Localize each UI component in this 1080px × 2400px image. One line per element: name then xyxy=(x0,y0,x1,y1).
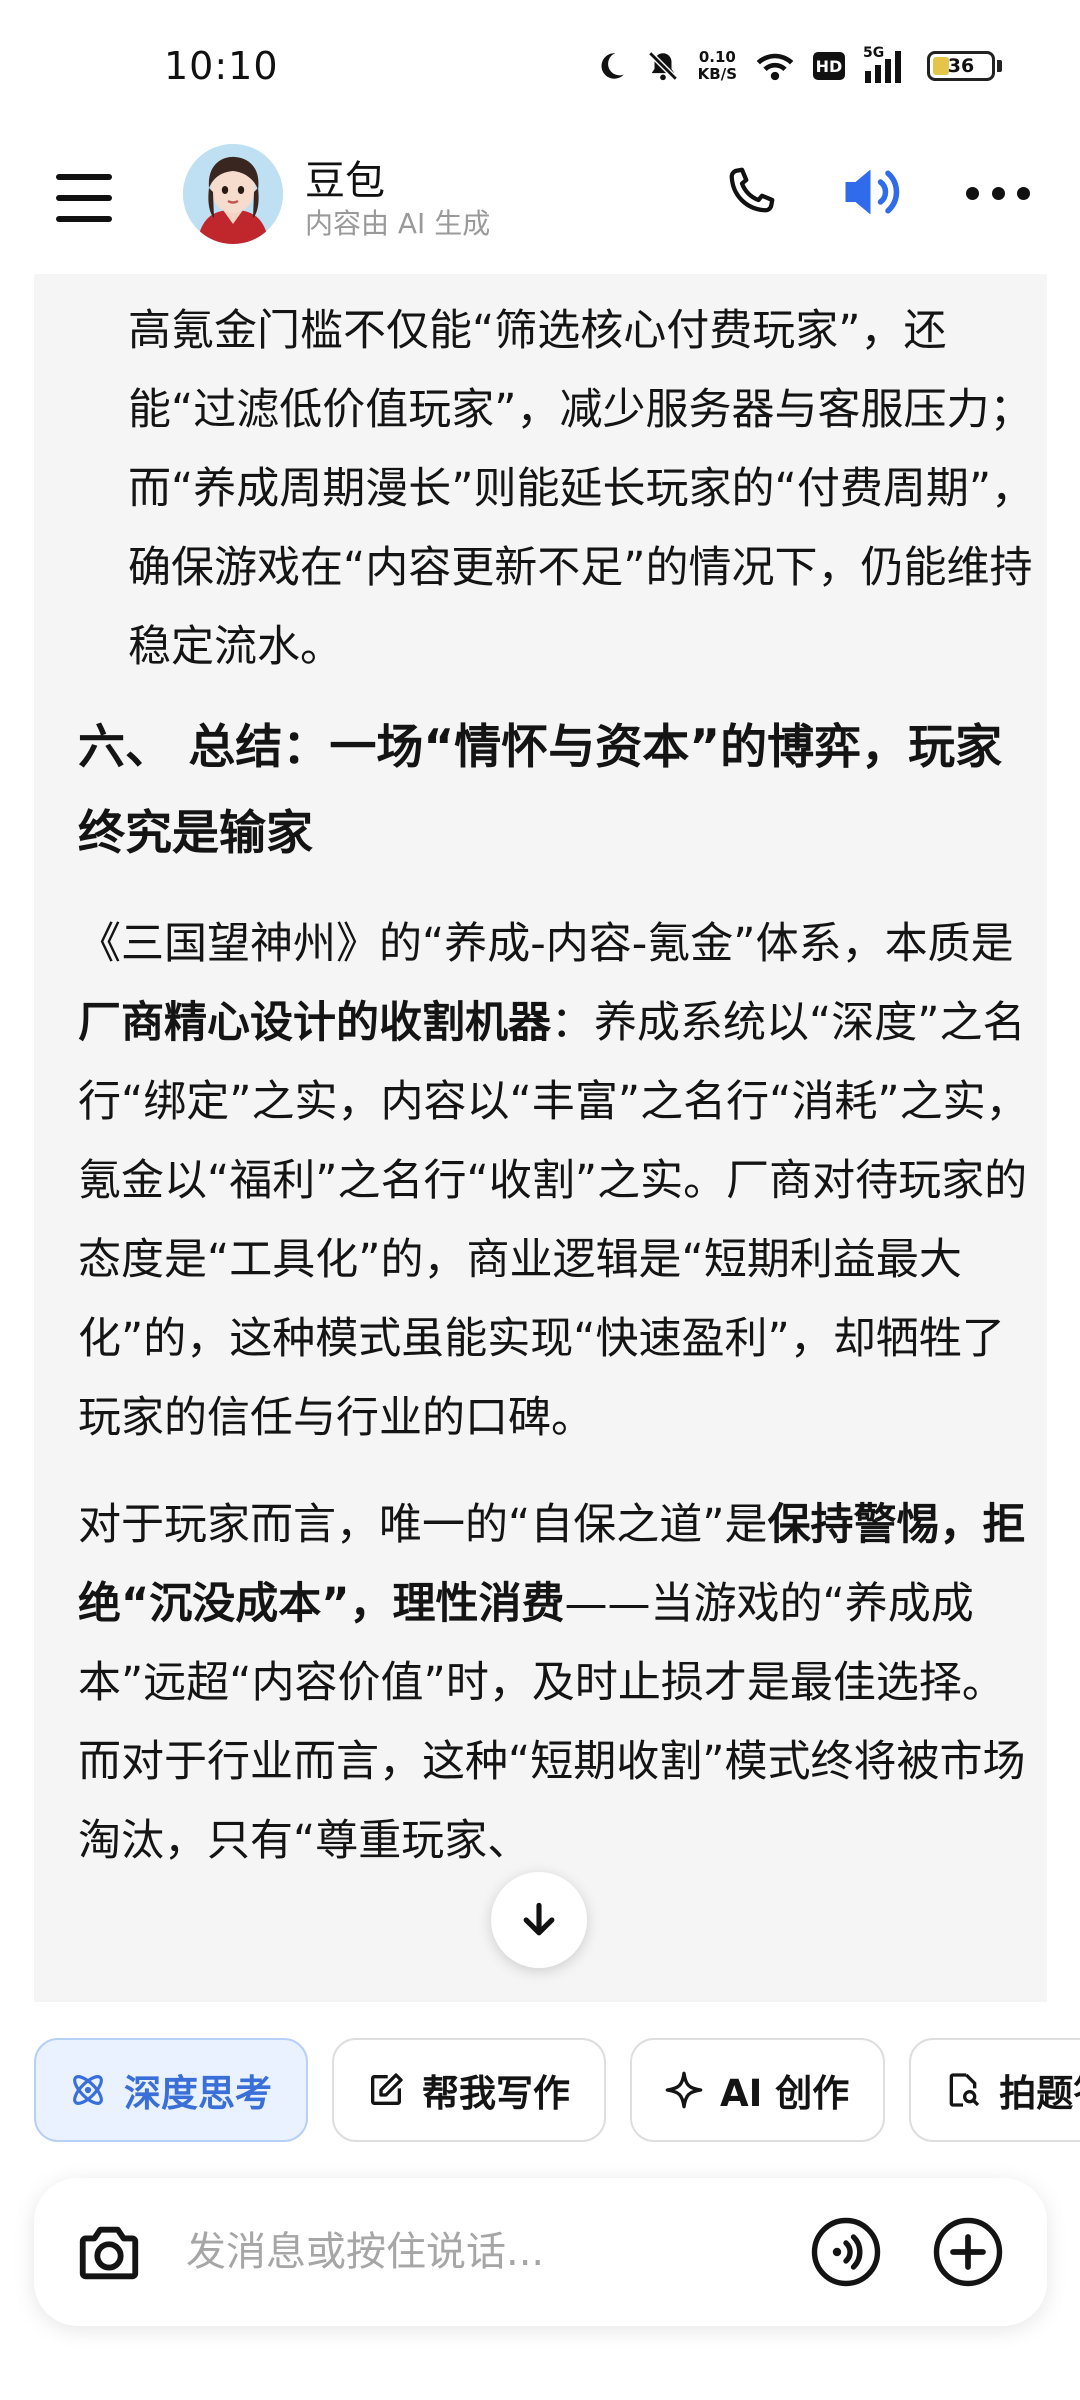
menu-button[interactable] xyxy=(52,170,116,226)
message-paragraph: 《三国望神州》的“养成-内容-氪金”体系，本质是厂商精心设计的收割机器：养成系统… xyxy=(78,905,1038,1458)
status-icons: 0.10 KB/S HD 5G 36 xyxy=(594,44,1002,88)
message-input[interactable] xyxy=(186,2222,786,2282)
voice-playback-button[interactable] xyxy=(838,160,908,224)
text-run: ：养成系统以“深度”之名行“绑定”之实，内容以“丰富”之名行“消耗”之实，氪金以… xyxy=(78,998,1029,1443)
dot-icon xyxy=(1017,186,1030,200)
chip-label: AI 创作 xyxy=(720,2072,850,2115)
mute-bell-icon xyxy=(647,51,678,81)
edit-icon xyxy=(364,2068,408,2112)
chip-photo-question[interactable]: 拍题答疑 xyxy=(909,2038,1080,2142)
status-bar: 10:10 0.10 KB/S HD 5G 36 xyxy=(0,0,1080,130)
battery-indicator: 36 xyxy=(927,51,1002,81)
more-options-button[interactable] xyxy=(966,178,1030,208)
ai-generated-label: 内容由 AI 生成 xyxy=(305,207,491,240)
status-time: 10:10 xyxy=(164,44,279,88)
quick-actions: 深度思考 帮我写作 AI 创作 拍题 xyxy=(34,2038,1080,2142)
speaker-icon xyxy=(845,169,900,215)
phone-icon xyxy=(729,167,775,213)
avatar[interactable] xyxy=(183,144,283,244)
arrow-down-icon xyxy=(523,1902,555,1936)
dot-icon xyxy=(966,186,979,200)
ai-message: 高氪金门槛不仅能“筛选核心付费玩家”，还能“过滤低价值玩家”，减少服务器与客服压… xyxy=(34,274,1047,2002)
scan-doc-icon xyxy=(941,2068,985,2112)
plus-icon xyxy=(933,2217,1003,2287)
text-run: 《三国望神州》的“养成-内容-氪金”体系，本质是 xyxy=(78,919,1014,969)
chip-help-write[interactable]: 帮我写作 xyxy=(332,2038,606,2142)
atom-icon xyxy=(66,2068,110,2112)
signal-bars-icon xyxy=(865,51,901,83)
avatar-illustration xyxy=(183,144,283,244)
add-attachment-button[interactable] xyxy=(932,2216,1004,2288)
battery-level: 36 xyxy=(947,55,975,77)
message-body: 高氪金门槛不仅能“筛选核心付费玩家”，还能“过滤低价值玩家”，减少服务器与客服压… xyxy=(78,274,1038,1881)
scroll-to-bottom-button[interactable] xyxy=(491,1872,587,1968)
chat-screen: 10:10 0.10 KB/S HD 5G 36 豆包 内容由 AI 生成 高氪… xyxy=(0,0,1080,2400)
net-speed: 0.10 KB/S xyxy=(698,49,737,83)
message-paragraph: 对于玩家而言，唯一的“自保之道”是保持警惕，拒绝“沉没成本”，理性消费——当游戏… xyxy=(78,1486,1038,1881)
chip-deep-thinking[interactable]: 深度思考 xyxy=(34,2038,308,2142)
camera-button[interactable] xyxy=(74,2218,144,2288)
net-speed-unit: KB/S xyxy=(697,65,737,83)
call-button[interactable] xyxy=(720,162,780,222)
chat-header: 豆包 内容由 AI 生成 xyxy=(0,130,1080,266)
voice-call-button[interactable] xyxy=(810,2216,882,2288)
text-run: 对于玩家而言，唯一的“自保之道”是 xyxy=(78,1500,768,1550)
dot-icon xyxy=(991,186,1005,200)
signal-indicator: 5G xyxy=(863,45,909,83)
chip-label: 帮我写作 xyxy=(422,2072,570,2115)
net-speed-value: 0.10 xyxy=(698,48,736,66)
message-paragraph: 高氪金门槛不仅能“筛选核心付费玩家”，还能“过滤低价值玩家”，减少服务器与客服压… xyxy=(128,306,1035,672)
voice-wave-icon xyxy=(811,2217,881,2287)
hd-badge: HD xyxy=(813,52,845,80)
bold-text: 厂商精心设计的收割机器 xyxy=(78,998,551,1048)
wifi-icon xyxy=(756,53,794,81)
moon-icon xyxy=(601,53,624,79)
chip-label: 深度思考 xyxy=(124,2072,272,2115)
bot-name: 豆包 xyxy=(305,158,385,204)
sparkle-icon xyxy=(662,2068,706,2112)
camera-icon xyxy=(79,2226,139,2280)
section-heading: 六、 总结：一场“情怀与资本”的博弈，玩家终究是输家 xyxy=(78,720,1003,861)
input-bar xyxy=(34,2178,1047,2326)
chip-ai-create[interactable]: AI 创作 xyxy=(630,2038,886,2142)
chip-label: 拍题答疑 xyxy=(999,2072,1080,2115)
